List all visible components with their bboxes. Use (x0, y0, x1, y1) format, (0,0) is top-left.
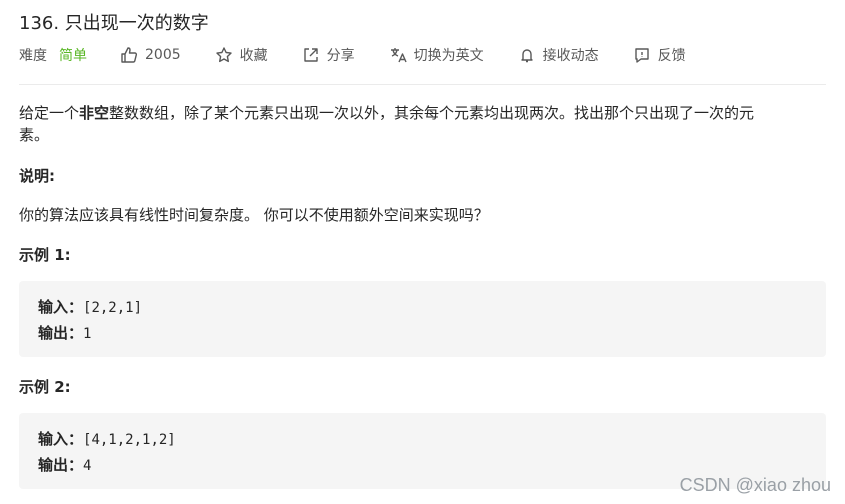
translate-icon (389, 46, 407, 64)
feedback-icon (633, 46, 651, 64)
feedback-label: 反馈 (657, 48, 686, 64)
notify-label: 接收动态 (542, 48, 599, 64)
input-label: 输入： (38, 430, 84, 448)
share-label: 分享 (326, 48, 355, 64)
note-text: 你的算法应该具有线性时间复杂度。 你可以不使用额外空间来实现吗？ (19, 206, 489, 224)
output-value: 1 (83, 326, 92, 342)
example-1-output: 输出：1 (38, 322, 91, 343)
example-2-input: 输入：[4,1,2,1,2] (38, 428, 176, 449)
input-value: [4,1,2,1,2] (83, 432, 176, 448)
description-prefix: 给定一个 (19, 104, 80, 122)
example-2-heading: 示例 2: (19, 378, 71, 396)
example-1-input: 输入：[2,2,1] (38, 296, 142, 317)
description-wrap: 素。 (19, 126, 50, 144)
bell-icon (518, 46, 536, 64)
difficulty-value: 简单 (59, 48, 87, 64)
description-bold-word: 非空 (79, 104, 110, 122)
feedback-button[interactable]: 反馈 (633, 45, 686, 65)
like-count: 2005 (145, 47, 181, 63)
problem-description: 给定一个非空整数数组，除了某个元素只出现一次以外，其余每个元素均出现两次。找出那… (19, 102, 824, 146)
favorite-label: 收藏 (239, 48, 268, 64)
difficulty-label: 难度 (19, 48, 47, 64)
input-label: 输入： (38, 298, 84, 316)
example-2-output: 输出：4 (38, 454, 91, 475)
divider (19, 84, 826, 85)
problem-meta-bar: 难度 简单 2005 收藏 分享 切换为英文 接收动态 反馈 (19, 44, 686, 66)
note-heading: 说明: (19, 167, 55, 185)
like-button[interactable]: 2005 (120, 46, 181, 64)
share-icon (302, 46, 320, 64)
share-button[interactable]: 分享 (302, 45, 355, 65)
switch-language-button[interactable]: 切换为英文 (389, 45, 484, 65)
output-value: 4 (83, 458, 92, 474)
example-1-heading: 示例 1: (19, 246, 71, 264)
star-icon (215, 46, 233, 64)
example-1-codebox: 输入：[2,2,1] 输出：1 (19, 281, 826, 357)
description-rest: 整数数组，除了某个元素只出现一次以外，其余每个元素均出现两次。找出那个只出现了一… (109, 104, 755, 122)
input-value: [2,2,1] (83, 300, 143, 316)
notify-button[interactable]: 接收动态 (518, 45, 599, 65)
problem-title: 136. 只出现一次的数字 (19, 13, 209, 34)
output-label: 输出： (38, 324, 84, 342)
thumbs-up-icon (120, 46, 138, 64)
output-label: 输出： (38, 456, 84, 474)
watermark: CSDN @xiao zhou (679, 475, 831, 495)
switch-language-label: 切换为英文 (413, 48, 484, 64)
favorite-button[interactable]: 收藏 (215, 45, 268, 65)
